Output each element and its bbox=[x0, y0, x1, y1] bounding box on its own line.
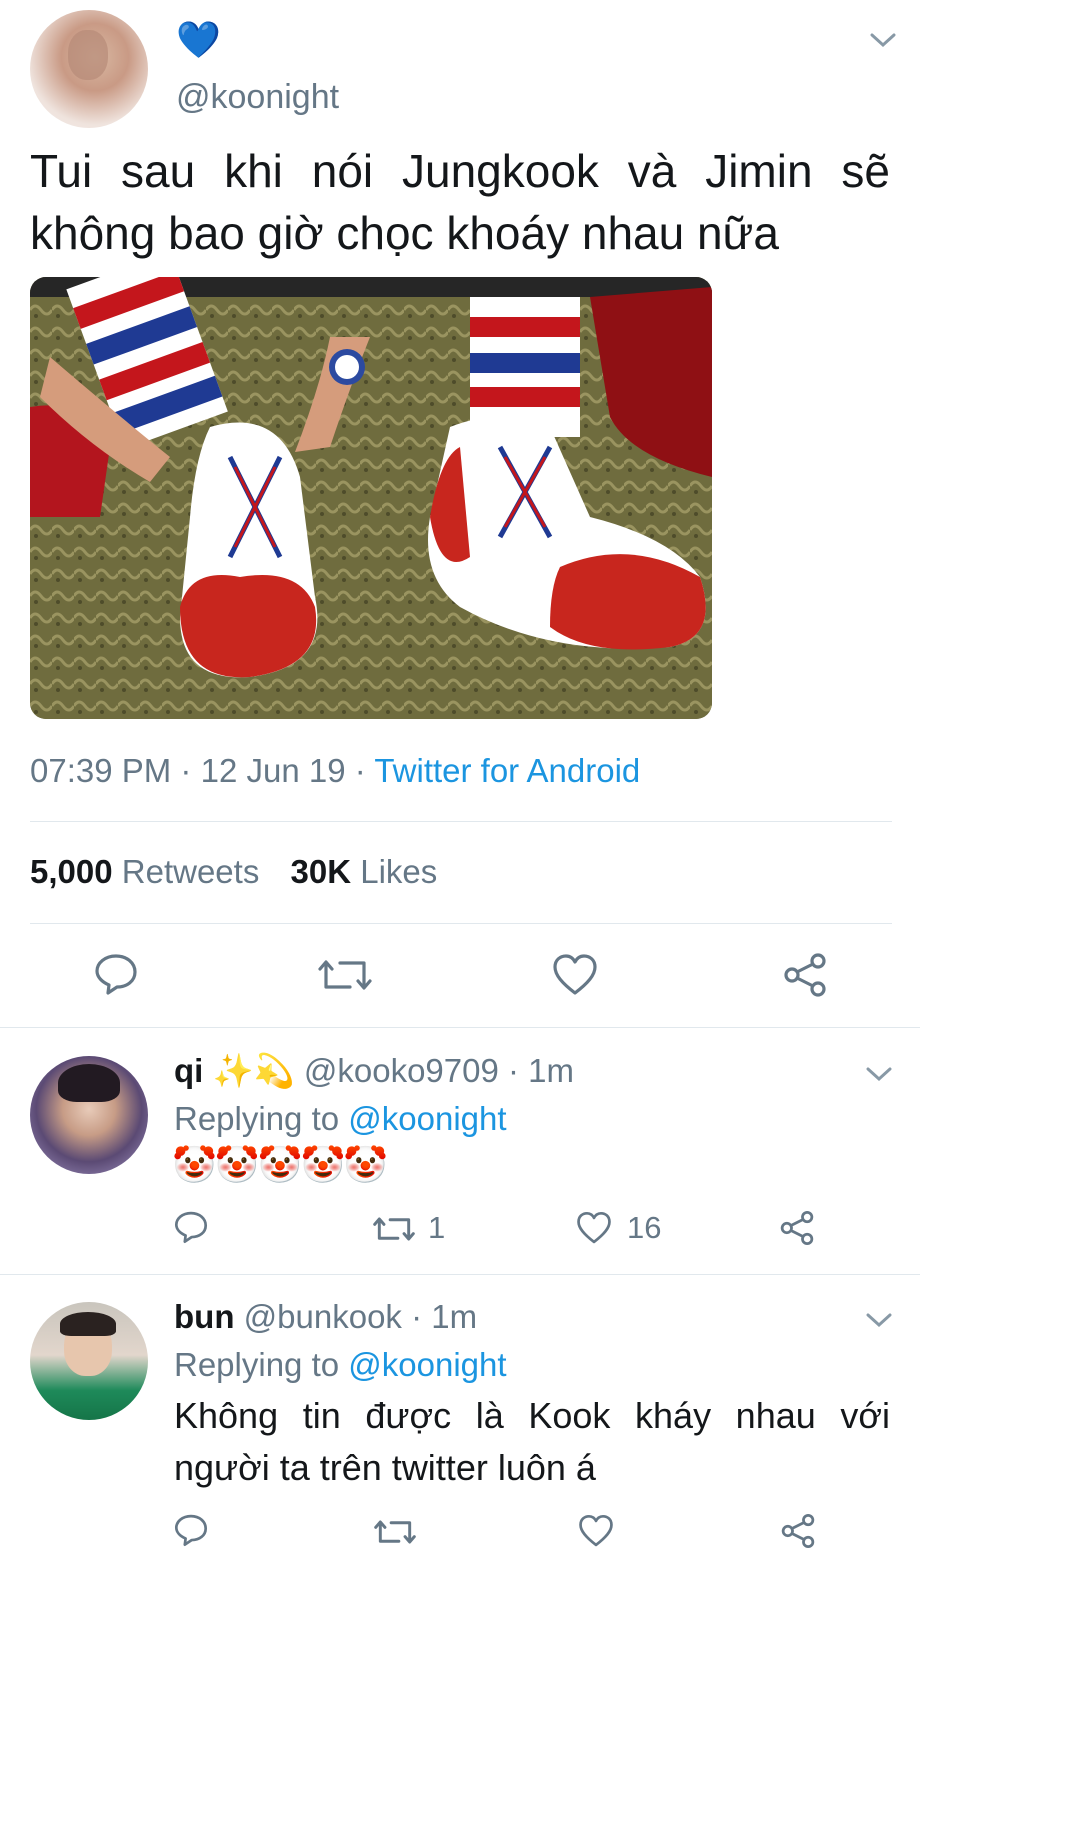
retweet-icon[interactable] bbox=[374, 1515, 416, 1549]
chevron-down-icon[interactable] bbox=[864, 1064, 894, 1084]
divider bbox=[0, 1274, 920, 1275]
retweets-label: Retweets bbox=[121, 853, 260, 890]
like-icon[interactable] bbox=[578, 1514, 614, 1548]
reply-handle[interactable]: @kooko9709 bbox=[304, 1052, 499, 1089]
replying-prefix: Replying to bbox=[174, 1346, 340, 1383]
author-avatar[interactable] bbox=[30, 10, 148, 128]
tweet-meta: 07:39 PM · 12 Jun 19 · Twitter for Andro… bbox=[30, 752, 640, 790]
reply-header: qi ✨💫 @kooko9709 · 1m bbox=[174, 1052, 574, 1091]
divider bbox=[30, 923, 892, 924]
tweet-source-link[interactable]: Twitter for Android bbox=[374, 752, 640, 789]
tweet-time: 07:39 PM bbox=[30, 752, 172, 789]
like-icon[interactable] bbox=[552, 953, 598, 997]
meta-separator: · bbox=[354, 752, 366, 789]
reply-icon[interactable] bbox=[94, 952, 138, 996]
reply-handle[interactable]: @bunkook bbox=[244, 1298, 402, 1335]
reply-text: Không tin được là Kook kháy nhau với ngư… bbox=[174, 1390, 890, 1494]
reply-text-line1: Không tin được là Kook kháy nhau với bbox=[174, 1395, 890, 1436]
retweets-count: 5,000 bbox=[30, 853, 113, 890]
divider bbox=[30, 821, 892, 822]
reply-text-line2: người ta trên twitter luôn á bbox=[174, 1447, 596, 1488]
tweet-text-line1: Tui sau khi nói Jungkook và Jimin sẽ bbox=[30, 145, 890, 197]
reply-icon[interactable] bbox=[174, 1210, 208, 1244]
reply-avatar[interactable] bbox=[30, 1056, 148, 1174]
tweet-stats: 5,000 Retweets 30K Likes bbox=[30, 853, 437, 891]
replying-to: Replying to @koonight bbox=[174, 1100, 507, 1138]
author-handle[interactable]: @koonight bbox=[176, 78, 339, 117]
likes-stat[interactable]: 30K Likes bbox=[291, 853, 438, 890]
replying-mention[interactable]: @koonight bbox=[348, 1346, 506, 1383]
share-icon[interactable] bbox=[780, 1513, 816, 1549]
replying-to: Replying to @koonight bbox=[174, 1346, 507, 1384]
share-icon[interactable] bbox=[779, 1210, 815, 1246]
reply-like-count: 16 bbox=[627, 1210, 662, 1245]
verified-heart-emoji: 💙 bbox=[176, 19, 221, 60]
reply-text: 🤡🤡🤡🤡🤡 bbox=[172, 1144, 388, 1185]
retweets-stat[interactable]: 5,000 Retweets bbox=[30, 853, 269, 890]
meta-separator: · bbox=[180, 752, 192, 789]
replying-prefix: Replying to bbox=[174, 1100, 340, 1137]
reply-time: · 1m bbox=[411, 1298, 478, 1335]
tweet-media-image[interactable] bbox=[30, 277, 712, 719]
replying-mention[interactable]: @koonight bbox=[348, 1100, 506, 1137]
share-icon[interactable] bbox=[782, 952, 828, 998]
tweet-text-line2: không bao giờ chọc khoáy nhau nữa bbox=[30, 207, 779, 259]
reply-avatar[interactable] bbox=[30, 1302, 148, 1420]
retweet-icon[interactable] bbox=[373, 1212, 415, 1246]
likes-label: Likes bbox=[360, 853, 438, 890]
reply-icon[interactable] bbox=[174, 1513, 208, 1547]
sparkle-emoji: ✨💫 bbox=[212, 1052, 295, 1089]
retweet-icon[interactable] bbox=[318, 953, 372, 997]
tweet-date: 12 Jun 19 bbox=[200, 752, 346, 789]
likes-count: 30K bbox=[290, 853, 352, 890]
reply-retweet-count: 1 bbox=[428, 1210, 446, 1245]
reply-header: bun @bunkook · 1m bbox=[174, 1298, 477, 1336]
divider bbox=[0, 1027, 920, 1028]
chevron-down-icon[interactable] bbox=[868, 30, 898, 50]
chevron-down-icon[interactable] bbox=[864, 1310, 894, 1330]
reply-time: · 1m bbox=[508, 1052, 575, 1089]
tweet-text: Tui sau khi nói Jungkook và Jimin sẽ khô… bbox=[30, 140, 890, 264]
clown-shoes-photo bbox=[30, 277, 712, 719]
like-icon[interactable] bbox=[576, 1211, 612, 1245]
reply-display-name[interactable]: qi bbox=[174, 1052, 203, 1089]
reply-display-name[interactable]: bun bbox=[174, 1298, 234, 1335]
